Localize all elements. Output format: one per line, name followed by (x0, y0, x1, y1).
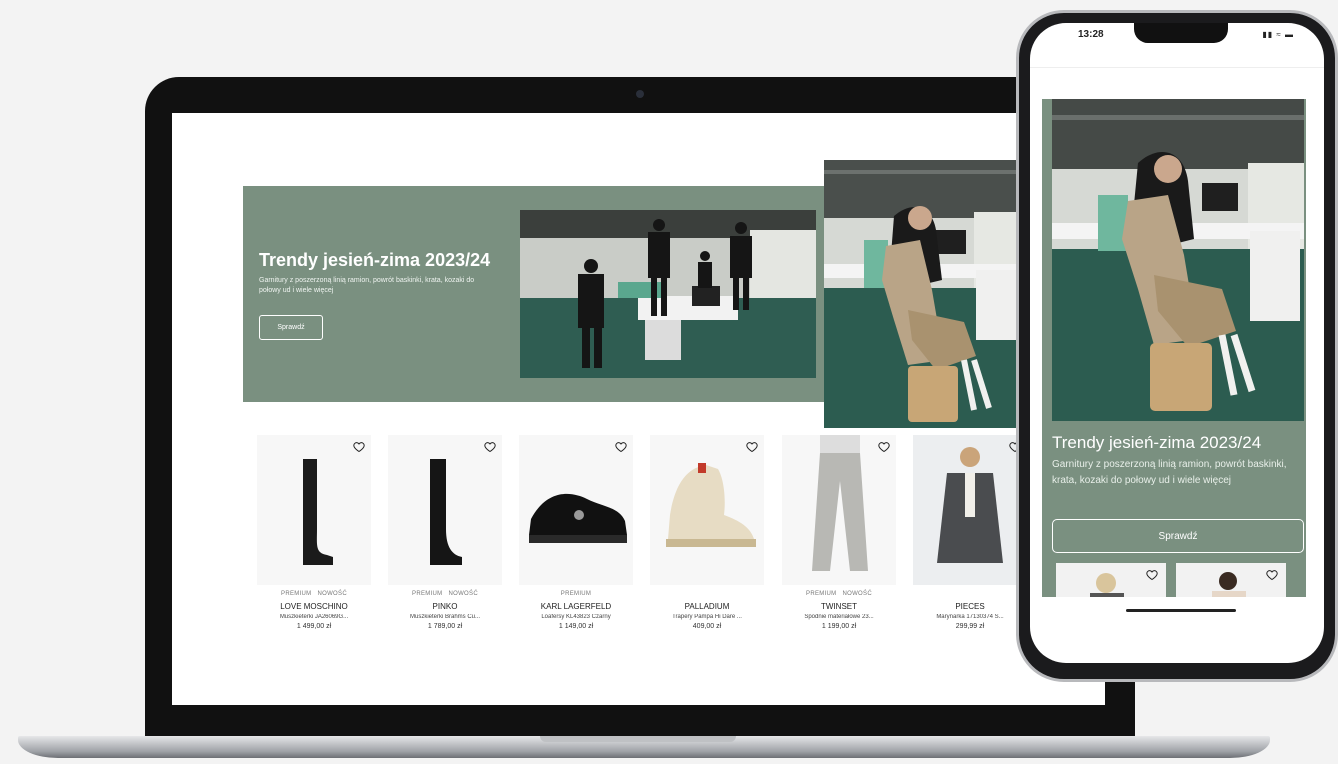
product-badge: PREMIUM (281, 591, 312, 597)
product-badges: PREMIUM (519, 591, 633, 600)
product-brand[interactable]: LOVE MOSCHINO (257, 602, 371, 611)
product-brand[interactable]: TWINSET (782, 602, 896, 611)
mobile-hero-title: Trendy jesień-zima 2023/24 (1052, 433, 1262, 452)
campaign-photo (824, 160, 1024, 428)
heart-icon[interactable] (878, 441, 890, 453)
home-indicator (1126, 609, 1236, 612)
signal-icon: ▮▮ (1262, 30, 1274, 39)
product-badges: PREMIUM NOWOŚĆ (782, 591, 896, 600)
product-brand[interactable]: PALLADIUM (650, 602, 764, 611)
product-price: 299,99 zł (955, 623, 985, 630)
product-name[interactable]: Muszkieterki Brahms Cu... (388, 614, 502, 620)
status-icons: ▮▮ ≈ ▬ (1262, 30, 1294, 39)
product-card[interactable]: PREMIUM KARL LAGERFELD Loafersy KL43823 … (519, 435, 633, 630)
product-badge: NOWOŚĆ (317, 591, 347, 597)
check-button[interactable]: Sprawdź (259, 315, 323, 340)
mobile-hero-banner: Trendy jesień-zima 2023/24 Garnitury z p… (1042, 99, 1306, 597)
mobile-hero-photo[interactable] (1052, 99, 1304, 421)
product-badge: PREMIUM (806, 591, 837, 597)
product-name[interactable]: Trapery Pampa Hi Dare ... (650, 614, 764, 620)
hero-photo[interactable] (520, 210, 816, 378)
product-price: 409,00 zł (692, 623, 722, 630)
product-card[interactable]: PREMIUM NOWOŚĆ LOVE MOSCHINO Muszkieterki… (257, 435, 371, 630)
heart-icon[interactable] (484, 441, 496, 453)
product-badges: PREMIUM NOWOŚĆ (257, 591, 371, 600)
product-brand[interactable]: KARL LAGERFELD (519, 602, 633, 611)
product-image[interactable] (257, 435, 371, 585)
product-badges: PREMIUM NOWOŚĆ (388, 591, 502, 600)
product-price: 1 789,00 zł (427, 623, 463, 630)
product-image[interactable] (650, 435, 764, 585)
product-price: 1 149,00 zł (558, 623, 594, 630)
product-name[interactable]: Marynarka 17130374 S... (913, 614, 1027, 620)
product-card[interactable]: PALLADIUM Trapery Pampa Hi Dare ... 409,… (650, 435, 764, 630)
phone-notch (1134, 23, 1228, 43)
wifi-icon: ≈ (1276, 30, 1282, 39)
laptop-camera (636, 90, 644, 98)
heart-icon (1146, 570, 1158, 581)
product-brand[interactable]: PINKO (388, 602, 502, 611)
product-badges (650, 591, 764, 600)
product-card[interactable]: PREMIUM NOWOŚĆ TWINSET Spodnie materiałow… (782, 435, 896, 630)
status-time: 13:28 (1078, 29, 1104, 40)
mobile-product-thumb[interactable] (1056, 563, 1166, 597)
laptop-hinge-notch (540, 736, 736, 742)
mobile-page: 13:28 ▮▮ ≈ ▬ Trendy jesień-zima 2023/24 … (1030, 23, 1324, 663)
heart-icon[interactable] (353, 441, 365, 453)
heart-icon[interactable] (615, 441, 627, 453)
hero-subtitle: Garnitury z poszerzoną linią ramion, pow… (259, 277, 475, 294)
product-badge: PREMIUM (560, 591, 592, 597)
mobile-check-button[interactable]: Sprawdź (1052, 519, 1304, 553)
mobile-hero-subtitle: Garnitury z poszerzoną linią ramion, pow… (1052, 459, 1287, 486)
product-price: 1 499,00 zł (296, 623, 332, 630)
battery-icon: ▬ (1285, 30, 1294, 39)
product-card[interactable]: PIECES Marynarka 17130374 S... 299,99 zł (913, 435, 1027, 630)
product-card[interactable]: PREMIUM NOWOŚĆ PINKO Muszkieterki Brahms … (388, 435, 502, 630)
product-name[interactable]: Loafersy KL43823 Czarny (519, 614, 633, 620)
product-badge: NOWOŚĆ (448, 591, 478, 597)
product-image[interactable] (519, 435, 633, 585)
heart-icon (1266, 570, 1278, 581)
mobile-product-thumb[interactable] (1176, 563, 1286, 597)
product-image[interactable] (782, 435, 896, 585)
product-badge: PREMIUM (412, 591, 443, 597)
hero-title: Trendy jesień-zima 2023/24 (259, 250, 491, 270)
product-image[interactable] (913, 435, 1027, 585)
product-brand[interactable]: PIECES (913, 602, 1027, 611)
heart-icon[interactable] (746, 441, 758, 453)
header-divider (1030, 67, 1324, 68)
product-price: 1 199,00 zł (821, 623, 857, 630)
product-name[interactable]: Muszkieterki JA26069G... (257, 614, 371, 620)
product-name[interactable]: Spodnie materiałowe 23... (782, 614, 896, 620)
product-badges (913, 591, 1027, 600)
product-image[interactable] (388, 435, 502, 585)
product-badge: NOWOŚĆ (842, 591, 872, 597)
